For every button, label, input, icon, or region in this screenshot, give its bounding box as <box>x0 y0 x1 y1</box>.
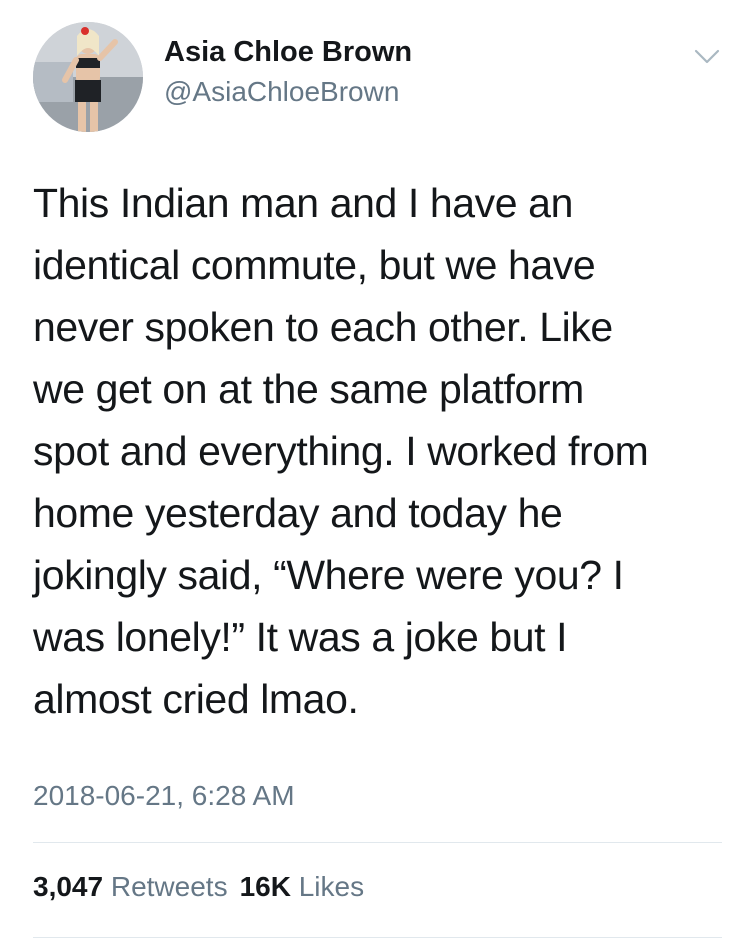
chevron-down-icon <box>694 49 720 64</box>
tweet-text-line: we get on at the same platform <box>33 366 584 412</box>
divider <box>33 842 722 843</box>
tweet-text-line: home yesterday and today he <box>33 490 563 536</box>
tweet-timestamp[interactable]: 2018-06-21, 6:28 AM <box>33 780 295 812</box>
tweet-text-line: almost cried lmao. <box>33 676 359 722</box>
retweets-count: 3,047 <box>33 871 104 902</box>
likes-label: Likes <box>298 871 365 902</box>
tweet-text-line: was lonely!” It was a joke but I <box>33 614 568 660</box>
avatar[interactable] <box>33 22 143 132</box>
likes-count: 16K <box>239 871 291 902</box>
more-options-button[interactable] <box>694 48 720 66</box>
tweet-text-line: never spoken to each other. Like <box>33 304 613 350</box>
tweet-text-line: jokingly said, “Where were you? I <box>33 552 624 598</box>
likes-stat[interactable]: 16K Likes <box>240 871 377 902</box>
retweets-label: Retweets <box>110 871 228 902</box>
author-handle[interactable]: @AsiaChloeBrown <box>164 76 399 108</box>
tweet-text-line: This Indian man and I have an <box>33 180 573 226</box>
profile-photo-icon <box>33 22 143 132</box>
divider <box>33 937 722 938</box>
tweet-text-line: identical commute, but we have <box>33 242 596 288</box>
tweet-card: Asia Chloe Brown @AsiaChloeBrown This In… <box>0 0 750 941</box>
retweets-stat[interactable]: 3,047 Retweets <box>33 871 240 902</box>
tweet-text: This Indian man and I have an identical … <box>33 172 723 730</box>
tweet-stats: 3,047 Retweets 16K Likes <box>33 871 376 903</box>
author-name[interactable]: Asia Chloe Brown <box>164 36 412 69</box>
tweet-text-line: spot and everything. I worked from <box>33 428 649 474</box>
